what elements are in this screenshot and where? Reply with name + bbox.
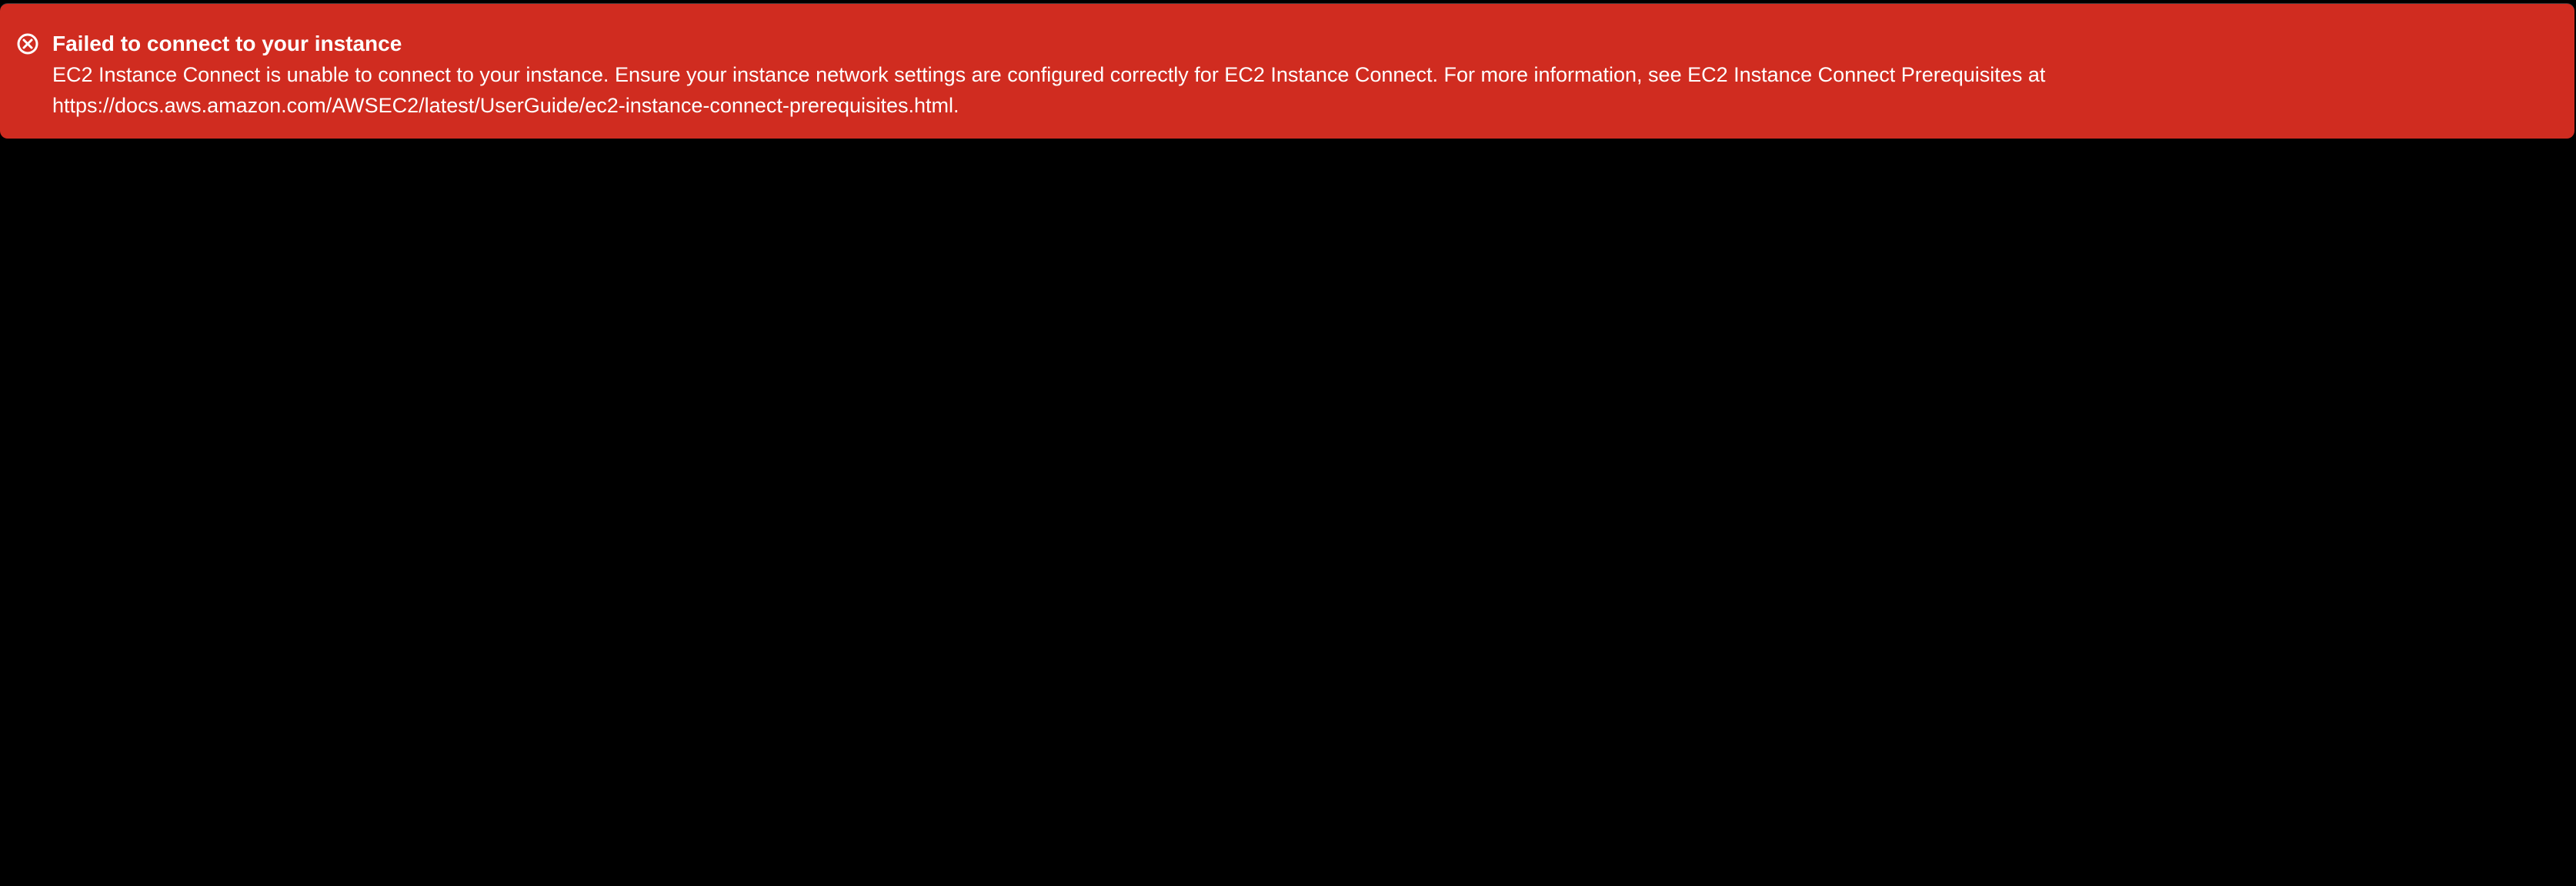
flashbar-content: Failed to connect to your instance EC2 I… — [52, 28, 2544, 121]
terminal-window[interactable]: Failed to connect to your instance EC2 I… — [0, 0, 2576, 886]
error-circle-x-icon — [15, 32, 40, 56]
error-flashbar: Failed to connect to your instance EC2 I… — [0, 3, 2574, 139]
flashbar-title: Failed to connect to your instance — [52, 32, 402, 55]
flashbar-message-line-1: EC2 Instance Connect is unable to connec… — [52, 63, 2046, 86]
flashbar-message-line-2: https://docs.aws.amazon.com/AWSEC2/lates… — [52, 94, 959, 117]
